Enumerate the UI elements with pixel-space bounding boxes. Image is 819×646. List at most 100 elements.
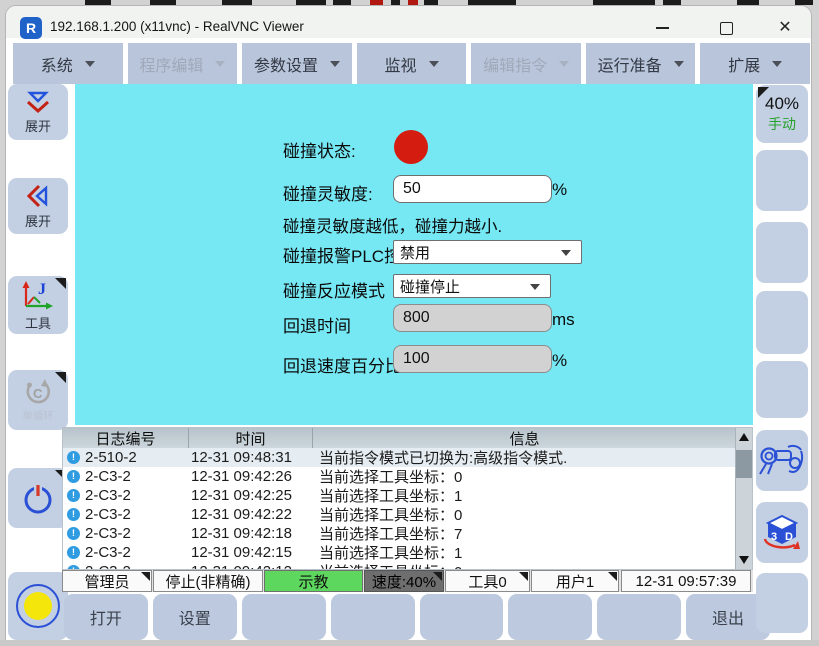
joystick-button[interactable]	[756, 430, 808, 491]
log-message: 当前选择工具坐标：0	[313, 466, 752, 487]
empty-side-button[interactable]	[756, 361, 808, 418]
log-row[interactable]: 2-C3-2 12-31 09:42:22 当前选择工具坐标：0	[63, 505, 752, 524]
status-datetime: 12-31 09:57:39	[621, 570, 751, 592]
log-time: 12-31 09:42:22	[189, 506, 313, 523]
corner-mark-icon	[608, 572, 617, 581]
tool-axes-icon: J	[20, 279, 56, 311]
menu-tab-system[interactable]: 系统	[13, 43, 123, 84]
header-time: 时间	[189, 428, 313, 448]
double-chevron-down-icon	[24, 90, 52, 114]
scroll-down-icon[interactable]	[739, 556, 749, 564]
status-speed[interactable]: 速度:40%	[364, 570, 444, 592]
menu-tab-run-prepare[interactable]: 运行准备	[586, 43, 696, 84]
empty-button[interactable]	[331, 594, 415, 640]
power-icon	[19, 479, 57, 517]
menu-tab-label: 编辑指令	[483, 52, 547, 76]
log-row[interactable]: 2-C3-2 12-31 09:42:15 当前选择工具坐标：1	[63, 543, 752, 562]
log-message: 当前选择工具坐标：7	[313, 523, 752, 544]
open-button[interactable]: 打开	[64, 594, 148, 640]
expand-down-button[interactable]: 展开	[8, 84, 68, 140]
menu-tab-extension[interactable]: 扩展	[700, 43, 810, 84]
log-code: 2-C3-2	[85, 487, 131, 504]
enable-indicator-button[interactable]	[8, 572, 68, 640]
single-cycle-button: C 单循环	[8, 370, 68, 430]
log-time: 12-31 09:42:18	[189, 525, 313, 542]
minimize-icon	[656, 27, 669, 29]
log-row[interactable]: 2-C3-2 12-31 09:42:25 当前选择工具坐标：1	[63, 486, 752, 505]
status-user[interactable]: 用户1	[531, 570, 619, 592]
scrollbar-thumb[interactable]	[736, 450, 752, 478]
log-code: 2-C3-2	[85, 468, 131, 485]
empty-button[interactable]	[597, 594, 681, 640]
sensitivity-input[interactable]	[393, 175, 552, 203]
status-tool[interactable]: 工具0	[445, 570, 530, 592]
empty-side-button[interactable]	[756, 150, 808, 211]
close-button[interactable]: ✕	[771, 18, 799, 38]
expand-left-button[interactable]: 展开	[8, 178, 68, 234]
chevron-down-icon	[559, 61, 569, 67]
empty-button[interactable]	[242, 594, 326, 640]
status-tool-label: 工具0	[468, 571, 506, 592]
minimize-button[interactable]	[648, 18, 676, 38]
tool-label: 工具	[25, 313, 51, 332]
menu-tab-program-edit: 程序编辑	[128, 43, 238, 84]
log-time: 12-31 09:42:12	[189, 563, 313, 570]
corner-mark-icon	[55, 278, 66, 289]
empty-button[interactable]	[508, 594, 592, 640]
scroll-up-icon[interactable]	[739, 433, 749, 441]
status-teach-mode: 示教	[264, 570, 363, 592]
dropdown-arrow-icon	[561, 250, 571, 256]
log-scrollbar[interactable]	[735, 428, 752, 569]
sensitivity-note: 碰撞灵敏度越低，碰撞力越小.	[283, 213, 502, 237]
chevron-down-icon	[429, 61, 439, 67]
sensitivity-unit: %	[552, 180, 567, 200]
double-chevron-left-icon	[26, 183, 50, 209]
joystick-icon	[758, 441, 806, 481]
svg-text:C: C	[33, 386, 43, 401]
plc-control-select[interactable]: 禁用	[393, 240, 582, 264]
status-role[interactable]: 管理员	[62, 570, 152, 592]
empty-side-button[interactable]	[756, 291, 808, 354]
menu-tab-monitor[interactable]: 监视	[357, 43, 467, 84]
maximize-button[interactable]	[712, 18, 740, 38]
speed-mode-button[interactable]: 40% 手动	[756, 85, 808, 143]
menu-tab-edit-command: 编辑指令	[471, 43, 581, 84]
status-role-label: 管理员	[84, 571, 129, 592]
corner-mark-icon	[55, 372, 66, 383]
tool-coordinate-button[interactable]: J 工具	[8, 276, 68, 334]
single-cycle-label: 单循环	[22, 408, 54, 423]
power-button[interactable]	[8, 468, 68, 528]
empty-side-button[interactable]	[756, 573, 808, 633]
bottom-button-bar: 打开 设置 退出	[64, 594, 770, 640]
status-user-label: 用户1	[556, 571, 594, 592]
backoff-speed-input	[393, 345, 552, 373]
svg-text:3: 3	[771, 531, 777, 543]
log-time: 12-31 09:42:26	[189, 468, 313, 485]
chevron-down-icon	[215, 61, 225, 67]
collision-status-indicator	[394, 130, 428, 164]
corner-mark-icon	[433, 572, 442, 581]
expand-down-label: 展开	[25, 116, 51, 135]
view-3d-button[interactable]: 3 D	[756, 502, 808, 563]
empty-side-button[interactable]	[756, 222, 808, 283]
reaction-mode-select[interactable]: 碰撞停止	[393, 274, 551, 298]
log-row[interactable]: 2-C3-2 12-31 09:42:18 当前选择工具坐标：7	[63, 524, 752, 543]
log-table-header: 日志编号 时间 信息	[63, 428, 752, 448]
expand-left-label: 展开	[25, 211, 51, 230]
log-code: 2-C3-2	[85, 525, 131, 542]
settings-button[interactable]: 设置	[153, 594, 237, 640]
info-icon	[67, 470, 80, 483]
log-code: 2-C3-2	[85, 506, 131, 523]
backoff-time-label: 回退时间	[283, 312, 351, 337]
corner-mark-icon	[519, 572, 528, 581]
chevron-down-icon	[330, 61, 340, 67]
log-row[interactable]: 2-C3-2 12-31 09:42:26 当前选择工具坐标：0	[63, 467, 752, 486]
realvnc-logo-icon: R	[20, 17, 42, 39]
log-row[interactable]: 2-C3-2 12-31 09:42:12 当前选择工具坐标：0	[63, 562, 752, 570]
header-log-id: 日志编号	[63, 428, 189, 448]
empty-button[interactable]	[420, 594, 504, 640]
info-icon	[67, 546, 80, 559]
log-row[interactable]: 2-510-2 12-31 09:48:31 当前指令模式已切换为:高级指令模式…	[63, 448, 752, 467]
menu-tab-parameter-settings[interactable]: 参数设置	[242, 43, 352, 84]
log-message: 当前选择工具坐标：1	[313, 485, 752, 506]
